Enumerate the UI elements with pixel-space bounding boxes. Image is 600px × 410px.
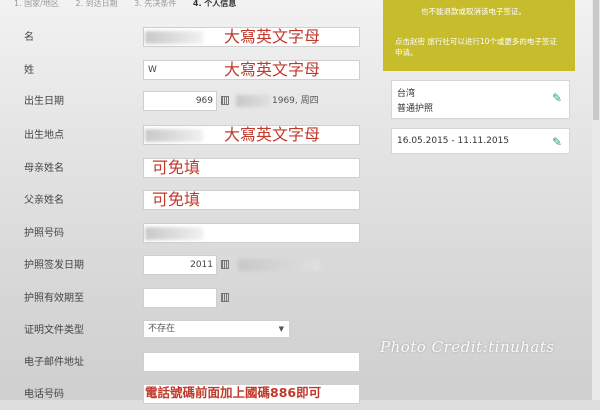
calendar-icon[interactable] <box>221 260 229 269</box>
country-card: 台湾 普通护照 ✎ <box>391 80 570 119</box>
given-name-input[interactable]: 大寫英文字母 <box>143 27 360 47</box>
row-surname: 姓 W 大寫英文字母 <box>0 60 380 86</box>
scrollbar[interactable] <box>592 0 600 400</box>
calendar-icon[interactable] <box>221 96 229 105</box>
given-name-annotation: 大寫英文字母 <box>224 27 321 46</box>
email-label: 电子邮件地址 <box>24 357 84 368</box>
row-birth-place: 出生地点 大寫英文字母 <box>0 125 380 151</box>
passport-expiry-input[interactable] <box>143 288 217 308</box>
father-name-annotation: 可免填 <box>152 190 201 209</box>
edit-pencil-icon[interactable]: ✎ <box>551 91 563 105</box>
row-mother-name: 母亲姓名 可免填 <box>0 158 380 184</box>
travel-date-range: 16.05.2015 - 11.11.2015 <box>397 136 510 146</box>
birth-date-input[interactable]: 969 <box>143 91 217 111</box>
row-email: 电子邮件地址 <box>0 352 380 378</box>
passport-expiry-label: 护照有效期至 <box>24 293 84 304</box>
surname-value: W <box>148 65 157 75</box>
date-card: 16.05.2015 - 11.11.2015 ✎ <box>391 128 570 154</box>
passport-issue-input[interactable]: 2011 <box>143 255 217 275</box>
country-name: 台湾 <box>397 89 416 99</box>
step-4-current: 4. 个人信息 <box>192 0 237 8</box>
surname-annotation: 大寫英文字母 <box>224 60 321 79</box>
passport-number-input[interactable] <box>143 223 360 243</box>
birth-date-value: 969 <box>195 96 213 106</box>
phone-label: 电话号码 <box>24 389 64 400</box>
document-type-value: 不存在 <box>148 324 176 334</box>
step-3[interactable]: 3. 先决条件 <box>134 0 176 8</box>
notice-line-2: 点击赵密 旅行社可以进行10个或更多的电子签证申请。 <box>395 37 557 57</box>
email-input[interactable] <box>143 352 360 372</box>
birth-place-input[interactable]: 大寫英文字母 <box>143 125 360 145</box>
passport-type: 普通护照 <box>397 104 434 114</box>
calendar-icon[interactable] <box>221 293 229 302</box>
document-type-select[interactable]: 不存在 ▼ <box>143 320 290 338</box>
document-type-label: 证明文件类型 <box>24 325 84 336</box>
row-passport-number: 护照号码 <box>0 223 380 249</box>
progress-steps: 1. 国家/地区 2. 到达日期 3. 先决条件 4. 个人信息 <box>0 0 380 12</box>
mother-name-annotation: 可免填 <box>152 158 201 177</box>
birth-date-label: 出生日期 <box>24 96 64 107</box>
row-father-name: 父亲姓名 可免填 <box>0 190 380 216</box>
passport-issue-value: 2011 <box>190 260 213 270</box>
row-passport-issue: 护照签发日期 2011 <box>0 255 380 281</box>
photo-credit-watermark: Photo Credit:tinuhats <box>380 338 555 356</box>
birth-place-label: 出生地点 <box>24 130 64 141</box>
birth-date-weekday: 1969, 周四 <box>272 96 319 106</box>
phone-annotation: 電話號碼前面加上國碼886即可 <box>145 385 322 400</box>
father-name-input[interactable]: 可免填 <box>143 190 360 210</box>
passport-number-label: 护照号码 <box>24 228 64 239</box>
surname-label: 姓 <box>24 65 34 76</box>
given-name-label: 名 <box>24 32 34 43</box>
edit-pencil-icon[interactable]: ✎ <box>551 135 563 149</box>
father-name-label: 父亲姓名 <box>24 195 64 206</box>
birth-date-blurred <box>236 95 270 107</box>
step-1[interactable]: 1. 国家/地区 <box>14 0 59 8</box>
step-2[interactable]: 2. 到达日期 <box>75 0 117 8</box>
mother-name-label: 母亲姓名 <box>24 163 64 174</box>
chevron-down-icon: ▼ <box>278 325 284 333</box>
row-birth-date: 出生日期 969 1969, 周四 <box>0 91 380 117</box>
passport-issue-blurred <box>238 259 320 271</box>
row-given-name: 名 大寫英文字母 <box>0 27 380 53</box>
surname-input[interactable]: W 大寫英文字母 <box>143 60 360 80</box>
passport-issue-label: 护照签发日期 <box>24 260 84 271</box>
scrollbar-thumb[interactable] <box>593 0 599 120</box>
mother-name-input[interactable]: 可免填 <box>143 158 360 178</box>
row-document-type: 证明文件类型 不存在 ▼ <box>0 320 380 346</box>
notice-line-1: 也不能退款或取消该电子签证。 <box>421 7 526 16</box>
notice-panel: 也不能退款或取消该电子签证。 点击赵密 旅行社可以进行10个或更多的电子签证申请… <box>383 0 575 71</box>
birth-place-annotation: 大寫英文字母 <box>224 125 321 144</box>
row-passport-expiry: 护照有效期至 <box>0 288 380 314</box>
